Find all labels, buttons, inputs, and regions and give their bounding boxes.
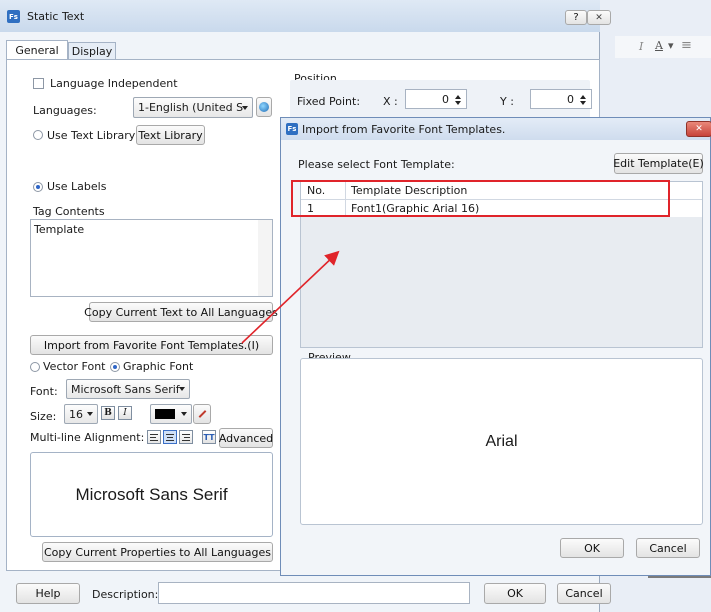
annotation-arrow <box>241 250 340 344</box>
